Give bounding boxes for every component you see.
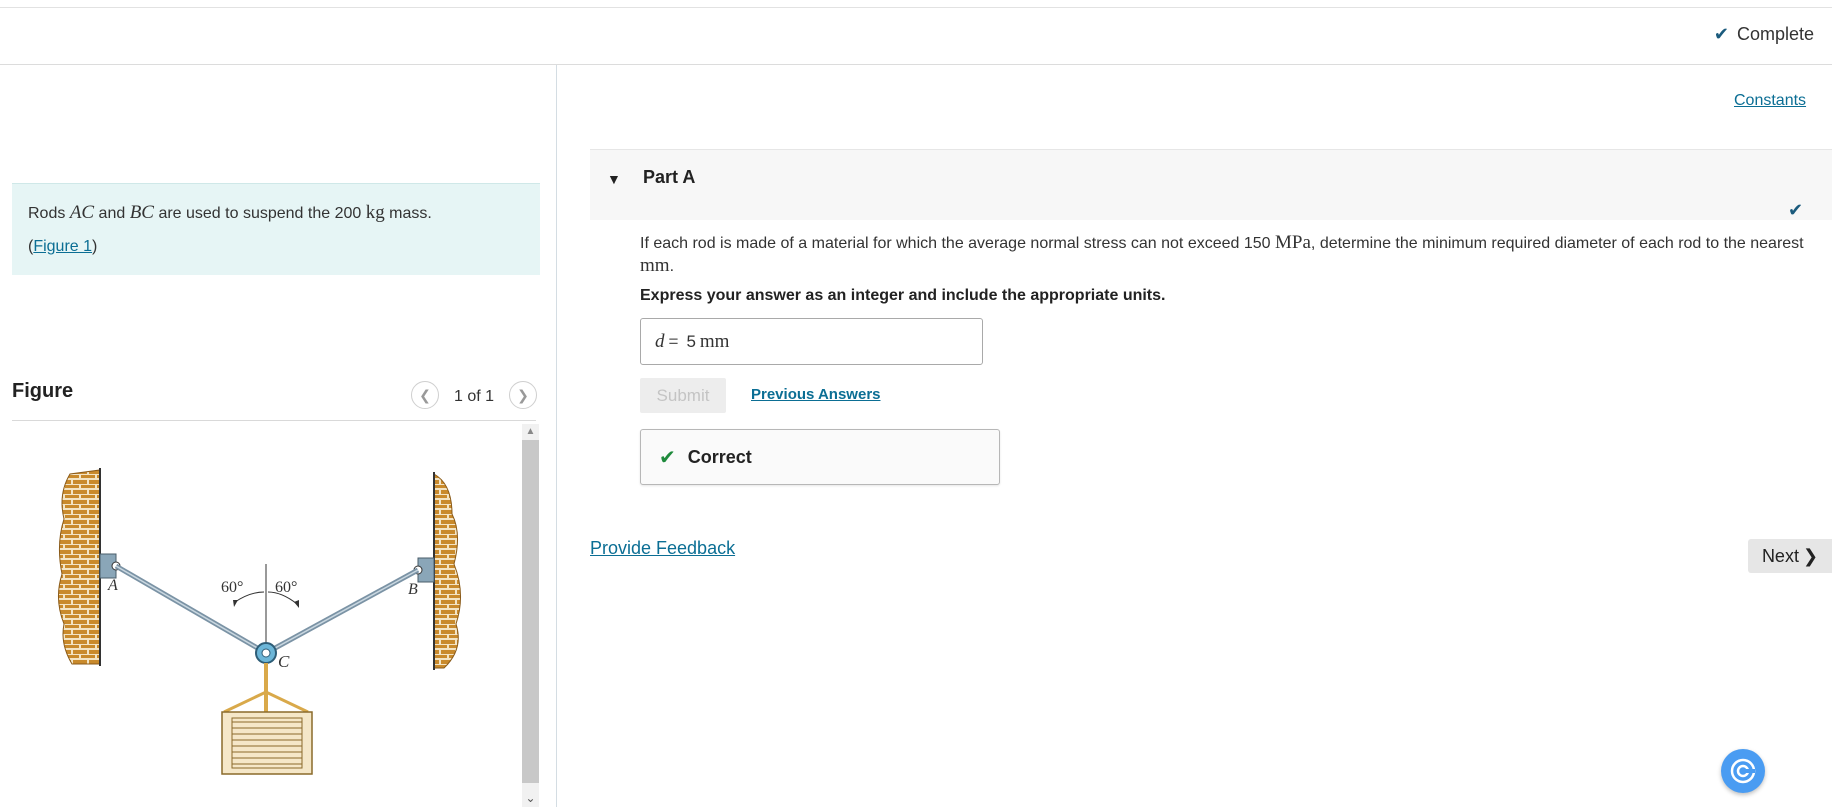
answer-unit: mm: [699, 330, 730, 352]
header-divider: [0, 64, 1832, 65]
answer-instruction: Express your answer as an integer and in…: [640, 287, 1166, 304]
chevron-right-icon: ❯: [517, 386, 529, 403]
completion-status-label: Complete: [1736, 24, 1814, 44]
completion-status: ✔ Complete: [1714, 24, 1814, 45]
question-text: If each rod is made of a material for wh…: [640, 232, 1832, 278]
figure-link-close-paren: ): [92, 238, 98, 255]
chevron-right-icon: ❯: [1802, 545, 1819, 566]
checkmark-icon: ✔: [659, 446, 676, 469]
crate: [221, 711, 313, 775]
question-text-mid: , determine the minimum required diamete…: [1310, 235, 1804, 252]
rod-suspension-figure: 60° 60° A B C: [58, 468, 461, 775]
label-a: A: [107, 577, 118, 594]
assistant-button[interactable]: [1721, 749, 1765, 793]
assistant-icon: [1730, 758, 1756, 784]
checkmark-icon: ✔: [1713, 24, 1729, 44]
question-text-end: .: [669, 258, 675, 275]
submit-button[interactable]: Submit: [640, 378, 726, 413]
next-label: Next: [1761, 545, 1799, 566]
answer-field[interactable]: d = 5 mm: [640, 318, 983, 365]
label-c: C: [278, 652, 290, 671]
answer-value: 5: [686, 331, 696, 351]
panel-divider: [556, 65, 557, 807]
angle-label-left: 60°: [221, 579, 243, 596]
problem-text-and: and: [98, 205, 126, 222]
constants-link[interactable]: Constants: [1734, 92, 1806, 110]
ring-c-pin: [261, 648, 271, 658]
answer-equals: =: [668, 331, 679, 351]
question-unit: mm: [640, 255, 670, 276]
problem-text-start: Rods: [28, 205, 66, 222]
scroll-up-icon[interactable]: ▲: [522, 424, 539, 440]
figure-prev-button[interactable]: ❮: [411, 381, 439, 409]
angle-label-right: 60°: [275, 579, 297, 596]
problem-text-end: mass.: [389, 205, 432, 222]
figure-scrollbar-thumb[interactable]: [522, 440, 539, 783]
arrowhead-left: [233, 600, 238, 607]
provide-feedback-link[interactable]: Provide Feedback: [590, 538, 735, 559]
rod-ac-highlight: [115, 565, 267, 654]
chevron-left-icon: ❮: [419, 386, 431, 403]
part-a-title[interactable]: Part A: [643, 167, 695, 188]
next-button[interactable]: Next ❯: [1748, 539, 1832, 573]
question-text-start: If each rod is made of a material for wh…: [640, 235, 1271, 252]
figure-title: Figure: [12, 380, 74, 402]
problem-statement: Rods AC and BC are used to suspend the 2…: [12, 183, 540, 275]
figure-divider: [12, 420, 536, 421]
left-wall: [58, 468, 101, 666]
figure-reference: (Figure 1): [28, 238, 524, 256]
stress-unit: MPa: [1275, 232, 1311, 253]
top-divider: [0, 7, 1832, 8]
part-complete-checkmark-icon: ✔: [1788, 200, 1804, 220]
scroll-down-icon[interactable]: ⌄: [522, 790, 539, 806]
figure-next-button[interactable]: ❯: [509, 381, 537, 409]
answer-variable: d: [655, 330, 665, 352]
caret-down-icon[interactable]: ▼: [607, 171, 621, 187]
label-b: B: [408, 581, 418, 598]
rod-bc-label: BC: [129, 202, 154, 223]
right-wall: [433, 472, 461, 670]
correct-label: Correct: [687, 446, 752, 467]
arrowhead-right: [294, 600, 299, 608]
problem-text: Rods AC and BC are used to suspend the 2…: [28, 202, 524, 224]
part-a-header[interactable]: [590, 149, 1832, 220]
figure-page-count: 1 of 1: [454, 388, 495, 405]
mass-unit: kg: [365, 202, 385, 223]
rod-ac-label: AC: [69, 202, 95, 223]
figure-1-link[interactable]: Figure 1: [33, 238, 92, 255]
problem-text-mid: are used to suspend the 200: [158, 205, 362, 222]
previous-answers-link[interactable]: Previous Answers: [751, 386, 881, 403]
correct-feedback: ✔ Correct: [640, 429, 1000, 485]
